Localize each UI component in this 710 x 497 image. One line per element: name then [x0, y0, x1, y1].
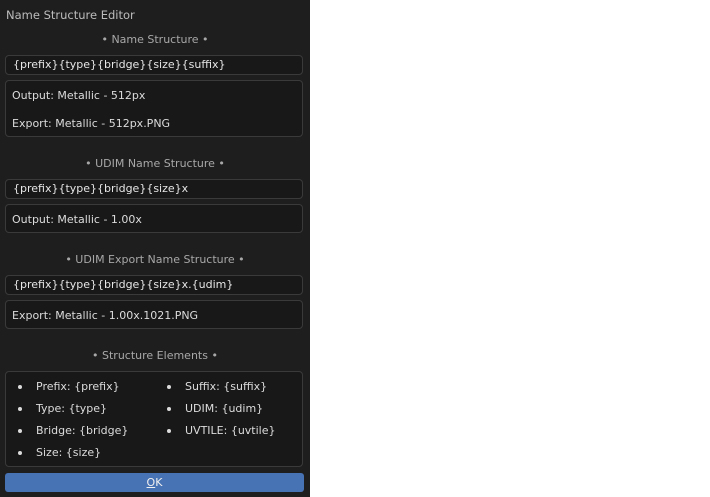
ok-mnemonic: O	[146, 476, 156, 489]
structure-elements-list: Prefix: {prefix} Type: {type} Bridge: {b…	[5, 371, 303, 467]
window-title: Name Structure Editor	[6, 8, 135, 22]
list-item: Size: {size}	[36, 446, 102, 459]
bullet-icon	[18, 451, 22, 455]
list-item: Type: {type}	[36, 402, 108, 415]
bullet-icon	[18, 407, 22, 411]
name-structure-input[interactable]: {prefix}{type}{bridge}{size}{suffix}	[5, 55, 303, 75]
name-structure-preview: Output: Metallic - 512px Export: Metalli…	[5, 80, 303, 137]
udim-name-structure-input[interactable]: {prefix}{type}{bridge}{size}x	[5, 179, 303, 199]
udim-name-structure-header: • UDIM Name Structure •	[85, 157, 225, 170]
udim-name-preview: Output: Metallic - 1.00x	[5, 204, 303, 233]
bullet-icon	[18, 385, 22, 389]
name-structure-editor-panel: Name Structure Editor • Name Structure •…	[0, 0, 310, 497]
udim-export-preview: Export: Metallic - 1.00x.1021.PNG	[5, 300, 303, 329]
udim-export-preview-text: Export: Metallic - 1.00x.1021.PNG	[12, 309, 199, 322]
structure-elements-header: • Structure Elements •	[92, 349, 218, 362]
list-item: UDIM: {udim}	[185, 402, 264, 415]
ok-button[interactable]: OK	[5, 473, 304, 492]
bullet-icon	[18, 429, 22, 433]
udim-export-structure-input[interactable]: {prefix}{type}{bridge}{size}x.{udim}	[5, 275, 303, 295]
bullet-icon	[167, 429, 171, 433]
export-preview: Export: Metallic - 512px.PNG	[12, 117, 171, 130]
bullet-icon	[167, 385, 171, 389]
udim-export-structure-header: • UDIM Export Name Structure •	[65, 253, 245, 266]
list-item: Bridge: {bridge}	[36, 424, 129, 437]
list-item: UVTILE: {uvtile}	[185, 424, 276, 437]
name-structure-header: • Name Structure •	[101, 33, 209, 46]
output-preview: Output: Metallic - 512px	[12, 89, 146, 102]
udim-output-preview: Output: Metallic - 1.00x	[12, 213, 142, 226]
bullet-icon	[167, 407, 171, 411]
ok-label: K	[155, 476, 163, 489]
list-item: Suffix: {suffix}	[185, 380, 268, 393]
list-item: Prefix: {prefix}	[36, 380, 120, 393]
